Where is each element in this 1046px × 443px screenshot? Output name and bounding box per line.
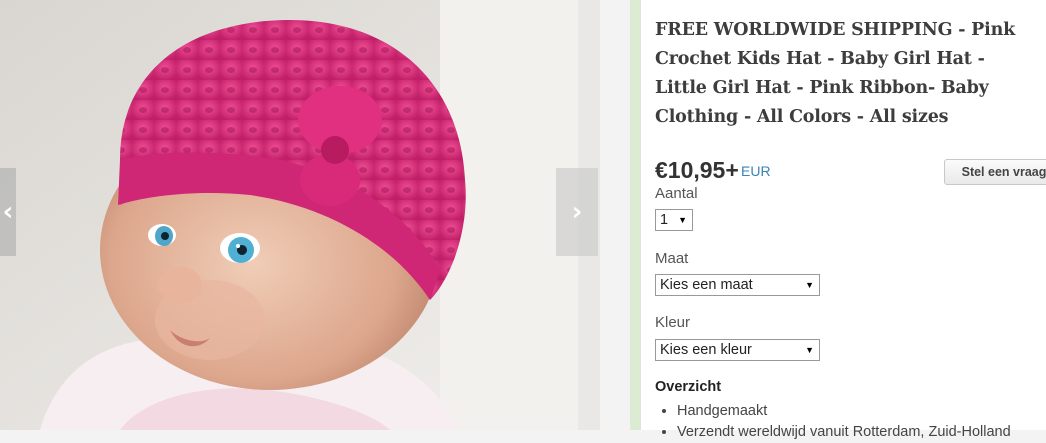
dropdown-arrow-icon: ▼ [805,345,814,355]
size-value: Kies een maat [660,277,753,293]
product-gallery: ‹ › [0,0,600,430]
product-photo[interactable] [0,0,578,430]
gallery-prev-button[interactable]: ‹ [0,168,16,256]
color-label: Kleur [655,314,691,331]
dropdown-arrow-icon: ▼ [805,280,814,290]
quantity-value: 1 [660,212,669,228]
price-row: €10,95+ EUR Stel een vraag [655,157,1046,187]
size-select[interactable]: Kies een maat ▼ [655,274,820,296]
product-details-panel: FREE WORLDWIDE SHIPPING - Pink Crochet K… [640,0,1046,440]
color-select[interactable]: Kies een kleur ▼ [655,339,820,361]
overview-item: Handgemaakt [677,401,1011,422]
gallery-next-button[interactable]: › [556,168,598,256]
ask-question-button[interactable]: Stel een vraag [944,159,1046,185]
overview-item: Verzendt wereldwijd vanuit Rotterdam, Zu… [677,422,1011,443]
currency-link[interactable]: EUR [741,163,771,179]
quantity-label: Aantal [655,185,698,202]
product-price: €10,95+ [655,157,739,183]
dropdown-arrow-icon: ▼ [678,215,687,225]
product-title: FREE WORLDWIDE SHIPPING - Pink Crochet K… [655,20,1016,127]
overview-heading: Overzicht [655,379,722,395]
overview-list: Handgemaakt Verzendt wereldwijd vanuit R… [655,401,1011,443]
size-label: Maat [655,250,689,267]
color-value: Kies een kleur [660,342,752,358]
chevron-left-icon: ‹ [2,197,14,227]
chevron-right-icon: › [571,197,583,227]
quantity-select[interactable]: 1 ▼ [655,209,693,231]
